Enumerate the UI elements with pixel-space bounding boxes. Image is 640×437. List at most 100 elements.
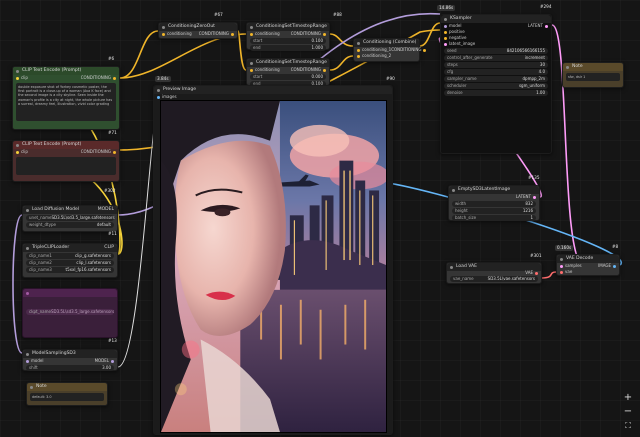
conditioning-zero-out-node[interactable]: ConditioningZeroOut conditioning CONDITIO… xyxy=(158,22,238,39)
collapse-dot-icon[interactable] xyxy=(26,352,29,356)
clip-name3-widget[interactable]: clip_name3 t5xxl_fp16.safetensors xyxy=(26,267,114,273)
input-port-icon[interactable] xyxy=(250,68,253,72)
clip-text-encode-negative-node[interactable]: CLIP Text Encode (Prompt) clip CONDITIONI… xyxy=(12,140,120,182)
input-port-icon[interactable] xyxy=(26,359,29,363)
note-node[interactable]: Note sfw, dslr 1 xyxy=(562,62,624,88)
unet-name-widget[interactable]: unet_name SD3.5L\sd3.5_large.safetensors xyxy=(26,215,115,221)
output-port-icon[interactable] xyxy=(533,195,536,199)
collapse-dot-icon[interactable] xyxy=(26,208,29,212)
input-port-icon[interactable] xyxy=(444,24,447,28)
input-port-icon[interactable] xyxy=(16,150,19,154)
control-after-generate-widget[interactable]: control_after_generate increment xyxy=(444,55,548,61)
collapse-dot-icon[interactable] xyxy=(30,385,33,389)
start-widget[interactable]: start 0.000 xyxy=(250,74,326,80)
load-diffusion-model-node[interactable]: Load Diffusion Model MODEL unet_name SD3.5… xyxy=(22,205,118,232)
widget-value: default xyxy=(96,222,111,227)
clip-name2-widget[interactable]: clip_name2 clip_l.safetensors xyxy=(26,260,114,266)
zoom-in-button[interactable]: + xyxy=(622,392,634,404)
output-port-icon[interactable] xyxy=(113,76,116,80)
start-widget[interactable]: start 0.100 xyxy=(250,38,326,44)
node-id-badge: #13 xyxy=(108,338,117,343)
preview-image[interactable] xyxy=(160,100,387,433)
output-label: CLIP xyxy=(104,244,114,250)
scheduler-widget[interactable]: scheduler sgm_uniform xyxy=(444,83,548,89)
note-textarea[interactable]: sfw, dslr 1 xyxy=(566,73,620,82)
output-port-icon[interactable] xyxy=(323,32,326,36)
output-port-icon[interactable] xyxy=(113,150,116,154)
input-port-icon[interactable] xyxy=(560,264,563,268)
input-port-icon[interactable] xyxy=(250,32,253,36)
bypassed-checkpoint-node[interactable]: ckpt_name SD3.5L\sd3.5_large.safetensors xyxy=(22,288,118,338)
input-port-icon[interactable] xyxy=(560,270,563,274)
clip-text-encode-positive-node[interactable]: CLIP Text Encode (Prompt) clip CONDITIONI… xyxy=(12,66,120,130)
collapse-dot-icon[interactable] xyxy=(157,88,160,92)
note-textarea[interactable]: default: 3.0 xyxy=(30,393,104,402)
load-vae-node[interactable]: Load VAE VAE vae_name SD3.5L\vae.safetens… xyxy=(446,262,542,284)
weight-dtype-widget[interactable]: weight_dtype default xyxy=(26,222,114,228)
triple-clip-loader-node[interactable]: TripleCLIPLoader CLIP clip_name1 clip_g.sa… xyxy=(22,243,118,278)
output-port-icon[interactable] xyxy=(231,32,234,36)
cfg-widget[interactable]: cfg 4.0 xyxy=(444,69,548,75)
input-port-icon[interactable] xyxy=(444,30,447,34)
output-port-icon[interactable] xyxy=(111,359,114,363)
vae-decode-node[interactable]: VAE Decode samples IMAGE vae xyxy=(556,254,620,276)
collapse-dot-icon[interactable] xyxy=(250,61,253,65)
input-port-icon[interactable] xyxy=(357,54,360,58)
batch-size-widget[interactable]: batch_size 1 xyxy=(452,215,536,221)
collapse-dot-icon[interactable] xyxy=(450,265,453,269)
timing-badge: 0.160s xyxy=(555,245,574,252)
shift-widget[interactable]: shift 3.00 xyxy=(26,365,114,371)
output-port-icon[interactable] xyxy=(545,24,548,28)
sampler-name-widget[interactable]: sampler_name dpmpp_2m xyxy=(444,76,548,82)
ksampler-node[interactable]: KSampler model LATENT positive negative l… xyxy=(440,14,552,154)
zoom-out-button[interactable]: − xyxy=(622,406,634,418)
widget-value: clip_g.safetensors xyxy=(75,253,111,258)
node-id-badge: #67 xyxy=(214,12,223,17)
output-port-icon[interactable] xyxy=(535,271,538,275)
collapse-dot-icon[interactable] xyxy=(16,143,19,147)
model-sampling-sd3-node[interactable]: ModelSamplingSD3 model MODEL shift 3.00 xyxy=(22,349,118,371)
output-port-icon[interactable] xyxy=(423,48,427,52)
collapse-dot-icon[interactable] xyxy=(26,246,29,250)
height-widget[interactable]: height 1216 xyxy=(452,208,536,214)
node-title: Note xyxy=(36,383,47,389)
collapse-dot-icon[interactable] xyxy=(250,25,253,29)
collapse-dot-icon[interactable] xyxy=(452,188,455,192)
set-timestep-range-node[interactable]: ConditioningSetTimestepRange conditionin… xyxy=(246,22,330,51)
fit-view-button[interactable]: ⛶ xyxy=(622,420,634,432)
input-label: latent_image xyxy=(449,41,476,46)
input-port-icon[interactable] xyxy=(444,42,447,46)
collapse-dot-icon[interactable] xyxy=(16,69,19,73)
prompt-textarea[interactable] xyxy=(16,157,116,175)
vae-name-widget[interactable]: vae_name SD3.5L\vae.safetensors xyxy=(450,276,538,282)
empty-sd3-latent-image-node[interactable]: EmptySD3LatentImage LATENT width 832 heig… xyxy=(448,185,540,221)
note-node[interactable]: Note default: 3.0 xyxy=(26,382,108,406)
widget-label: clip_name2 xyxy=(29,260,52,265)
input-port-icon[interactable] xyxy=(444,36,447,40)
conditioning-combine-node[interactable]: Conditioning (Combine) conditioning_1 CON… xyxy=(353,38,427,62)
prompt-textarea[interactable]: double exposure shot of Yorkey cosmetic … xyxy=(16,83,116,121)
output-port-icon[interactable] xyxy=(323,68,326,72)
input-port-icon[interactable] xyxy=(16,76,19,80)
steps-widget[interactable]: steps 30 xyxy=(444,62,548,68)
seed-widget[interactable]: seed 842106566166155 xyxy=(444,48,548,54)
widget-value: increment xyxy=(524,55,545,60)
collapse-dot-icon[interactable] xyxy=(162,25,165,29)
input-port-icon[interactable] xyxy=(162,32,165,36)
collapse-dot-icon[interactable] xyxy=(444,17,447,21)
set-timestep-range-node[interactable]: ConditioningSetTimestepRange conditionin… xyxy=(246,58,330,87)
node-title: EmptySD3LatentImage xyxy=(458,186,511,192)
clip-name1-widget[interactable]: clip_name1 clip_g.safetensors xyxy=(26,253,114,259)
input-port-icon[interactable] xyxy=(357,48,360,52)
denoise-widget[interactable]: denoise 1.00 xyxy=(444,90,548,96)
ckpt-name-widget[interactable]: ckpt_name SD3.5L\sd3.5_large.safetensors xyxy=(26,309,114,315)
output-port-icon[interactable] xyxy=(613,264,616,268)
collapse-dot-icon[interactable] xyxy=(560,257,563,261)
end-widget[interactable]: end 1.000 xyxy=(250,45,326,51)
collapse-dot-icon[interactable] xyxy=(26,291,29,295)
collapse-dot-icon[interactable] xyxy=(566,65,569,69)
collapse-dot-icon[interactable] xyxy=(357,41,360,45)
widget-value: 832 xyxy=(525,201,533,206)
input-port-icon[interactable] xyxy=(157,95,160,99)
width-widget[interactable]: width 832 xyxy=(452,201,536,207)
